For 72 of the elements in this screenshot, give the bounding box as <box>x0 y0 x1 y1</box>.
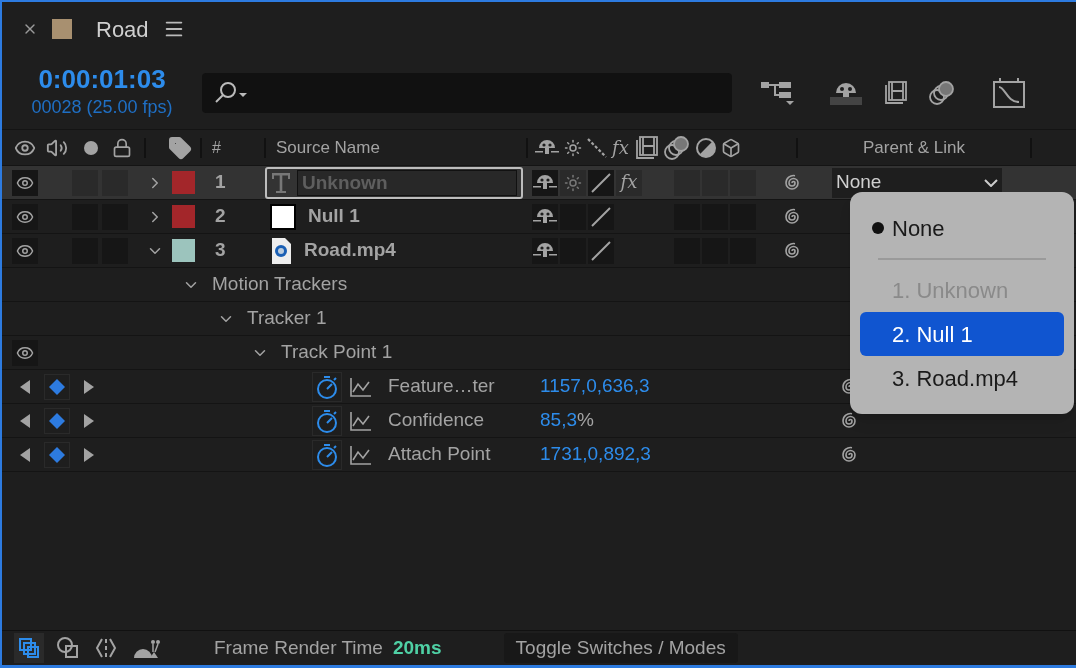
tree-label: Track Point 1 <box>281 340 393 365</box>
keyframe-diamond-icon[interactable] <box>48 445 66 464</box>
toggle-modes-button[interactable]: Toggle Switches / Modes <box>503 633 738 663</box>
comp-button[interactable] <box>14 633 44 663</box>
column-header[interactable]: Source Name <box>276 134 526 161</box>
motion-blur-icon[interactable] <box>662 134 691 161</box>
layer-name[interactable]: Null 1 <box>308 202 360 231</box>
cube-icon[interactable] <box>720 137 741 158</box>
next-keyframe-icon[interactable] <box>82 378 96 395</box>
transfer-controls-icon[interactable] <box>56 636 80 660</box>
stopwatch-icon[interactable] <box>315 407 339 434</box>
label-swatch[interactable] <box>172 205 195 228</box>
frame-count: 00028 (25.00 fps) <box>31 96 173 119</box>
visibility-toggle[interactable] <box>12 203 38 230</box>
keyframe-diamond-icon[interactable] <box>48 377 66 396</box>
effects-column-header: fx <box>612 136 629 160</box>
property-row[interactable]: Attach Point 1731,0,892,3 <box>2 438 1076 472</box>
collapse-switch-icon[interactable] <box>564 173 582 192</box>
next-keyframe-icon[interactable] <box>82 446 96 463</box>
property-value[interactable]: 85,3% <box>540 406 838 435</box>
previous-keyframe-icon[interactable] <box>18 412 32 429</box>
graph-icon[interactable] <box>350 410 372 431</box>
quality-icon[interactable] <box>589 238 613 263</box>
property-name: Attach Point <box>388 442 492 467</box>
timecode[interactable]: 0:00:01:03 <box>38 64 166 94</box>
chevron-down-icon <box>984 178 998 187</box>
search-icon <box>214 80 248 105</box>
property-value[interactable]: 1157,0,636,3 <box>540 372 838 401</box>
label-swatch[interactable] <box>172 239 195 262</box>
layer-number: 2 <box>214 204 227 229</box>
visibility-toggle[interactable] <box>12 169 38 196</box>
graph-icon[interactable] <box>350 376 372 397</box>
label-swatch[interactable] <box>172 171 195 194</box>
property-name: Confidence <box>388 408 486 433</box>
brackets-icon[interactable] <box>94 636 118 660</box>
quality-icon[interactable] <box>589 204 613 229</box>
graph-editor-icon[interactable] <box>992 76 1026 109</box>
property-value[interactable]: 1731,0,892,3 <box>540 440 838 469</box>
column-header[interactable]: Parent & Link <box>798 134 1030 161</box>
stopwatch-icon[interactable] <box>315 373 339 400</box>
lock-icon <box>112 137 132 158</box>
stopwatch-icon[interactable] <box>315 441 339 468</box>
menu-item[interactable]: 2. Null 1 <box>860 312 1064 356</box>
keyframe-diamond-icon[interactable] <box>48 411 66 430</box>
adjustment-layer-icon[interactable] <box>694 136 717 159</box>
collapse-switch-icon[interactable] <box>564 138 582 157</box>
frame-blend-toggle-icon[interactable] <box>882 79 908 106</box>
label-icon <box>168 135 192 160</box>
quality-icon[interactable] <box>589 170 613 195</box>
column-header[interactable]: # <box>212 135 264 160</box>
tree-label: Motion Trackers <box>212 272 348 297</box>
panel-title[interactable]: Road <box>96 12 149 46</box>
motion-blur-toggle-icon[interactable] <box>928 79 956 106</box>
layers-icon <box>18 637 40 659</box>
solo-icon <box>84 140 98 155</box>
previous-keyframe-icon[interactable] <box>18 446 32 463</box>
search-field[interactable] <box>202 72 732 113</box>
next-keyframe-icon[interactable] <box>82 412 96 429</box>
layer-number: 3 <box>214 238 227 263</box>
tree-label: Tracker 1 <box>247 306 327 331</box>
previous-keyframe-icon[interactable] <box>18 378 32 395</box>
visibility-toggle[interactable] <box>12 339 38 366</box>
property-name: Feature…ter <box>388 374 496 399</box>
effects-switch[interactable]: fx <box>616 169 642 196</box>
property-row[interactable]: Confidence 85,3% <box>2 404 1076 438</box>
graph-icon[interactable] <box>350 444 372 465</box>
layer-number: 1 <box>214 170 227 195</box>
visibility-toggle[interactable] <box>12 237 38 264</box>
render-time-label: Frame Render Time <box>214 635 383 660</box>
render-time-value: 20ms <box>392 635 442 660</box>
layer-name[interactable]: Road.mp4 <box>304 236 396 265</box>
quality-icon[interactable] <box>586 136 608 159</box>
